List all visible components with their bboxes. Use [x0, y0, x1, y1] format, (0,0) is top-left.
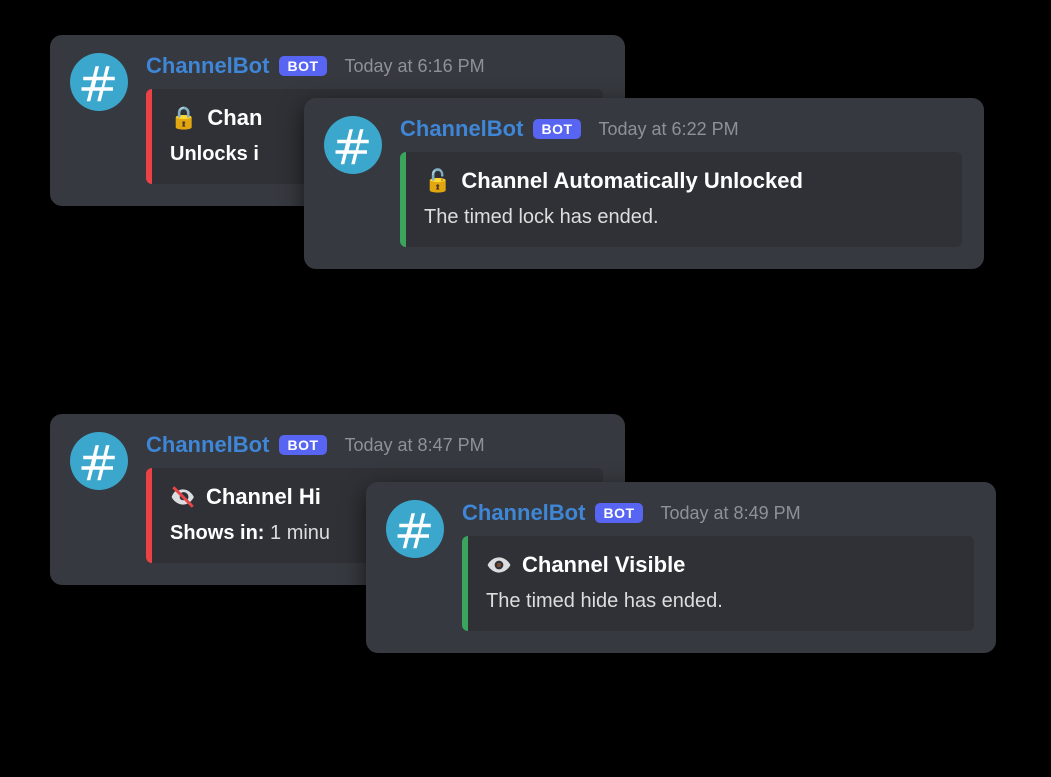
message-body: ChannelBot BOT Today at 8:49 PM Channel …: [462, 500, 974, 631]
hash-icon: [394, 508, 436, 550]
embed-title: 🔓 Channel Automatically Unlocked: [424, 168, 803, 194]
embed-content: Channel Hi Shows in: 1 minu: [152, 468, 352, 563]
message-header: ChannelBot BOT Today at 8:47 PM: [146, 432, 603, 458]
embed-title: Channel Visible: [486, 552, 723, 578]
message-card: ChannelBot BOT Today at 6:22 PM 🔓 Channe…: [304, 98, 984, 269]
avatar: [70, 53, 128, 111]
timestamp: Today at 6:16 PM: [345, 56, 485, 77]
embed-title: Channel Hi: [170, 484, 330, 510]
embed-desc-rest: 1 minu: [264, 522, 330, 544]
eye-off-icon: [170, 484, 196, 510]
author-name[interactable]: ChannelBot: [462, 500, 585, 526]
embed-title: 🔒 Chan: [170, 105, 262, 131]
embed-description: Unlocks i: [170, 143, 262, 166]
embed-content: 🔒 Chan Unlocks i: [152, 89, 284, 184]
hash-icon: [78, 61, 120, 103]
author-name[interactable]: ChannelBot: [400, 116, 523, 142]
bot-badge: BOT: [279, 56, 326, 76]
hash-icon: [78, 440, 120, 482]
avatar: [324, 116, 382, 174]
bot-badge: BOT: [279, 435, 326, 455]
unlock-icon: 🔓: [424, 170, 451, 192]
embed-title-text: Channel Visible: [522, 552, 685, 578]
embed-content: 🔓 Channel Automatically Unlocked The tim…: [406, 152, 825, 247]
embed-description: The timed lock has ended.: [424, 206, 803, 229]
embed-description: The timed hide has ended.: [486, 590, 723, 613]
avatar: [70, 432, 128, 490]
embed-title-text: Channel Hi: [206, 484, 321, 510]
eye-icon: [486, 552, 512, 578]
bot-badge: BOT: [595, 503, 642, 523]
embed: 🔓 Channel Automatically Unlocked The tim…: [400, 152, 962, 247]
timestamp: Today at 8:49 PM: [661, 503, 801, 524]
author-name[interactable]: ChannelBot: [146, 432, 269, 458]
embed-title-text: Chan: [207, 105, 262, 131]
embed-title-text: Channel Automatically Unlocked: [461, 168, 802, 194]
embed-content: Channel Visible The timed hide has ended…: [468, 536, 745, 631]
message-body: ChannelBot BOT Today at 6:22 PM 🔓 Channe…: [400, 116, 962, 247]
author-name[interactable]: ChannelBot: [146, 53, 269, 79]
message-card: ChannelBot BOT Today at 8:49 PM Channel …: [366, 482, 996, 653]
hash-icon: [332, 124, 374, 166]
timestamp: Today at 8:47 PM: [345, 435, 485, 456]
avatar: [386, 500, 444, 558]
message-header: ChannelBot BOT Today at 6:22 PM: [400, 116, 962, 142]
embed-desc-bold: Shows in:: [170, 522, 264, 544]
embed: Channel Visible The timed hide has ended…: [462, 536, 974, 631]
embed-desc-rest: The timed lock has ended.: [424, 206, 659, 228]
lock-icon: 🔒: [170, 107, 197, 129]
embed-description: Shows in: 1 minu: [170, 522, 330, 545]
embed-desc-bold: Unlocks i: [170, 143, 259, 165]
timestamp: Today at 6:22 PM: [599, 119, 739, 140]
embed-desc-rest: The timed hide has ended.: [486, 590, 723, 612]
bot-badge: BOT: [533, 119, 580, 139]
message-header: ChannelBot BOT Today at 6:16 PM: [146, 53, 603, 79]
message-header: ChannelBot BOT Today at 8:49 PM: [462, 500, 974, 526]
